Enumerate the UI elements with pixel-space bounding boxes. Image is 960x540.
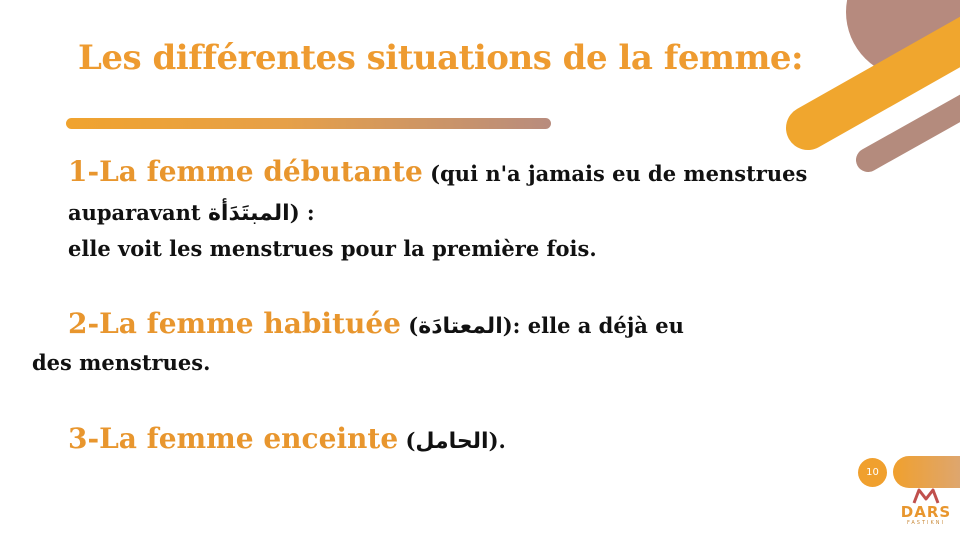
item-2-rest: ): elle a déjà eu [502, 313, 684, 338]
item-1: 1-La femme débutante (qui n'a jamais eu … [68, 154, 807, 194]
item-1-lead: 1-La femme débutante [68, 155, 423, 188]
title-underline-bar [66, 118, 551, 129]
item-1-line-2: auparavant المبتَدَأة) : [68, 198, 315, 229]
item-2-line-2: des menstrues. [32, 350, 211, 375]
item-1-line-2-start: auparavant [68, 200, 208, 225]
item-1-line-2-end: ) : [289, 200, 315, 225]
item-1-paren-text: (qui n'a jamais eu de menstrues [422, 161, 808, 186]
decor-footer-pill [893, 456, 960, 488]
item-3-open-paren: ( [398, 428, 416, 453]
dars-logo: DARS FASTIKNI [896, 488, 956, 526]
item-1-line-3: elle voit les menstrues pour la première… [68, 236, 597, 261]
page-number-badge: 10 [858, 458, 887, 487]
item-2-arabic-term: المعتادَة [418, 314, 503, 339]
item-3-rest: ). [488, 428, 506, 453]
logo-text: DARS [900, 503, 952, 521]
slide: Les différentes situations de la femme: … [0, 0, 960, 540]
item-2-line-1: 2-La femme habituée (المعتادَة): elle a … [68, 305, 684, 347]
item-2-lead: 2-La femme habituée [68, 307, 401, 340]
item-2-open-paren: ( [401, 313, 419, 338]
item-3-arabic-term: الحامل [415, 429, 489, 454]
item-1-arabic-term: المبتَدَأة [207, 201, 290, 226]
item-1-line-1: 1-La femme débutante (qui n'a jamais eu … [68, 154, 807, 194]
slide-title: Les différentes situations de la femme: [78, 38, 804, 78]
logo-mark-icon [912, 488, 940, 504]
item-3-line-1: 3-La femme enceinte (الحامل). [68, 420, 506, 462]
item-3-lead: 3-La femme enceinte [68, 422, 399, 455]
